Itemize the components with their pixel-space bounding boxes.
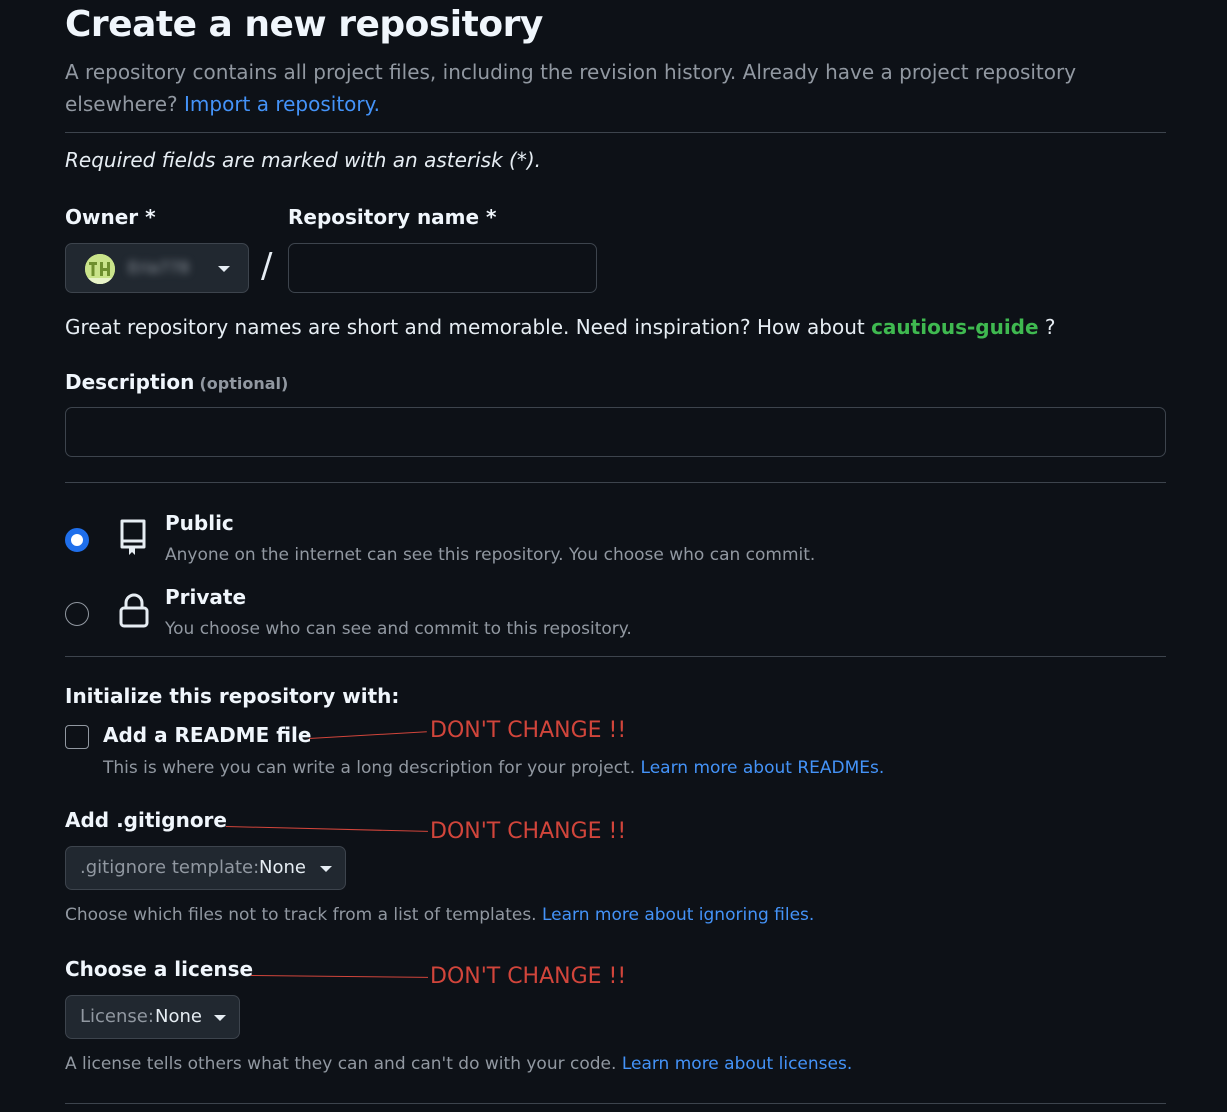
private-radio[interactable] <box>65 602 89 626</box>
gitignore-description: Choose which files not to track from a l… <box>65 905 814 925</box>
annotation-line <box>250 975 428 978</box>
chevron-down-icon <box>214 1015 226 1021</box>
licenses-learn-more-link[interactable]: Learn more about licenses. <box>622 1054 852 1074</box>
public-title: Public <box>165 511 234 535</box>
repository-name-input[interactable] <box>288 243 597 293</box>
annotation-line <box>308 731 427 739</box>
private-title: Private <box>165 585 247 609</box>
license-select-value: None <box>155 1006 202 1027</box>
page-title: Create a new repository <box>65 4 543 45</box>
description-label: Description <box>65 370 195 394</box>
initialize-heading: Initialize this repository with: <box>65 684 400 708</box>
readme-description: This is where you can write a long descr… <box>103 758 884 778</box>
license-desc-text: A license tells others what they can and… <box>65 1054 617 1074</box>
license-description: A license tells others what they can and… <box>65 1054 852 1074</box>
divider <box>65 482 1166 483</box>
description-label-group: Description (optional) <box>65 370 288 394</box>
public-radio[interactable] <box>65 528 89 552</box>
avatar <box>85 254 115 284</box>
chevron-down-icon <box>320 866 332 872</box>
ignoring-files-learn-more-link[interactable]: Learn more about ignoring files. <box>542 905 814 925</box>
chevron-down-icon <box>218 266 230 272</box>
license-label: Choose a license <box>65 957 254 981</box>
name-hint-text: Great repository names are short and mem… <box>65 315 865 339</box>
page-subtitle: A repository contains all project files,… <box>65 56 1145 120</box>
readme-checkbox[interactable] <box>65 725 89 749</box>
owner-repo-separator: / <box>261 246 273 286</box>
license-select-prefix: License: <box>80 1006 154 1027</box>
gitignore-label: Add .gitignore <box>65 808 227 832</box>
readmes-learn-more-link[interactable]: Learn more about READMEs. <box>641 758 885 778</box>
annotation-license: DON'T CHANGE !! <box>430 964 627 989</box>
public-description: Anyone on the internet can see this repo… <box>165 545 816 565</box>
repo-icon <box>117 517 151 563</box>
lock-icon <box>118 593 150 633</box>
readme-label[interactable]: Add a README file <box>103 723 311 747</box>
divider <box>65 656 1166 657</box>
name-hint: Great repository names are short and mem… <box>65 315 1056 339</box>
gitignore-template-select[interactable]: .gitignore template: None <box>65 846 346 890</box>
optional-tag: (optional) <box>199 374 289 393</box>
required-note: Required fields are marked with an aster… <box>65 148 542 172</box>
divider <box>65 1103 1166 1104</box>
owner-select[interactable]: Eria778 <box>65 243 249 293</box>
private-description: You choose who can see and commit to thi… <box>165 619 632 639</box>
gitignore-select-value: None <box>259 857 306 878</box>
annotation-gitignore: DON'T CHANGE !! <box>430 819 627 844</box>
divider <box>65 132 1166 133</box>
name-hint-suffix: ? <box>1044 315 1056 339</box>
license-select[interactable]: License: None <box>65 995 240 1039</box>
annotation-line <box>225 826 428 832</box>
name-suggestion-link[interactable]: cautious-guide <box>871 315 1038 339</box>
repo-name-label: Repository name * <box>288 205 497 229</box>
readme-desc-text: This is where you can write a long descr… <box>103 758 636 778</box>
annotation-readme: DON'T CHANGE !! <box>430 718 627 743</box>
owner-label: Owner * <box>65 205 156 229</box>
gitignore-desc-text: Choose which files not to track from a l… <box>65 905 537 925</box>
description-input[interactable] <box>65 407 1166 457</box>
gitignore-select-prefix: .gitignore template: <box>80 857 260 878</box>
owner-username: Eria778 <box>128 258 190 277</box>
import-repository-link[interactable]: Import a repository. <box>184 92 380 116</box>
